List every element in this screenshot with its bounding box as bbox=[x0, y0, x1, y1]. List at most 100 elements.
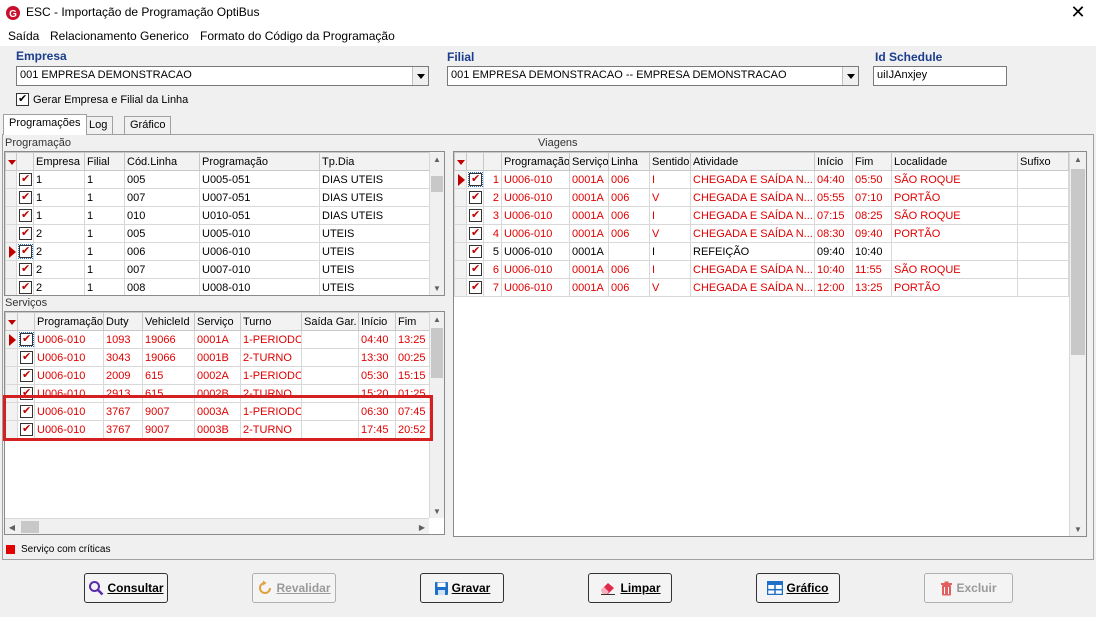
scroll-thumb[interactable] bbox=[21, 521, 39, 533]
tab-programacoes[interactable]: Programações bbox=[3, 114, 87, 135]
row-checkbox-cell[interactable] bbox=[17, 366, 35, 385]
table-row[interactable]: 2U006-0100001A006VCHEGADA E SAÍDA N...05… bbox=[454, 188, 1069, 207]
row-checkbox[interactable] bbox=[19, 262, 32, 276]
revalidar-button[interactable]: Revalidar bbox=[252, 573, 336, 603]
programacao-col-header[interactable]: Empresa bbox=[33, 152, 85, 171]
row-checkbox[interactable] bbox=[19, 208, 32, 222]
scroll-up-icon[interactable]: ▲ bbox=[430, 312, 444, 326]
row-checkbox[interactable] bbox=[469, 280, 482, 294]
viagens-vscroll[interactable]: ▲ ▼ bbox=[1069, 152, 1086, 536]
consultar-button[interactable]: Consultar bbox=[84, 573, 168, 603]
scroll-down-icon[interactable]: ▼ bbox=[1070, 522, 1086, 536]
row-checkbox[interactable] bbox=[469, 190, 482, 204]
row-indicator[interactable] bbox=[5, 330, 18, 349]
tab-log[interactable]: Log bbox=[83, 116, 114, 135]
row-indicator[interactable] bbox=[454, 188, 467, 207]
viagens-col-header[interactable]: Linha bbox=[608, 152, 650, 171]
row-indicator[interactable] bbox=[454, 224, 467, 243]
servicos-col-header[interactable]: Turno bbox=[240, 312, 302, 331]
row-checkbox-cell[interactable] bbox=[16, 170, 34, 189]
row-indicator[interactable] bbox=[454, 170, 467, 189]
table-row[interactable]: 21005U005-010UTEIS bbox=[5, 224, 430, 243]
grafico-button[interactable]: Gráfico bbox=[756, 573, 840, 603]
row-checkbox-cell[interactable] bbox=[16, 188, 34, 207]
row-indicator[interactable] bbox=[5, 278, 17, 295]
viagens-col-header[interactable] bbox=[483, 152, 502, 171]
scroll-thumb[interactable] bbox=[431, 176, 443, 192]
chevron-down-icon[interactable] bbox=[842, 67, 858, 85]
programacao-col-header[interactable]: Programação bbox=[199, 152, 320, 171]
row-checkbox-cell[interactable] bbox=[17, 330, 35, 349]
servicos-hscroll[interactable]: ◀ ▶ bbox=[5, 518, 429, 534]
row-checkbox[interactable] bbox=[469, 244, 482, 258]
row-checkbox-cell[interactable] bbox=[466, 170, 484, 189]
row-checkbox-cell[interactable] bbox=[466, 224, 484, 243]
table-row[interactable]: 4U006-0100001A006VCHEGADA E SAÍDA N...08… bbox=[454, 224, 1069, 243]
row-checkbox-cell[interactable] bbox=[16, 242, 34, 261]
row-indicator[interactable] bbox=[5, 224, 17, 243]
row-checkbox-cell[interactable] bbox=[16, 278, 34, 295]
row-checkbox-cell[interactable] bbox=[16, 206, 34, 225]
row-indicator[interactable] bbox=[5, 348, 18, 367]
row-checkbox[interactable] bbox=[18, 244, 33, 259]
row-checkbox[interactable] bbox=[20, 368, 33, 382]
table-row[interactable]: 11005U005-051DIAS UTEIS bbox=[5, 170, 430, 189]
table-row[interactable]: 1U006-0100001A006ICHEGADA E SAÍDA N...04… bbox=[454, 170, 1069, 189]
scroll-thumb[interactable] bbox=[431, 328, 443, 378]
table-row[interactable]: 3U006-0100001A006ICHEGADA E SAÍDA N...07… bbox=[454, 206, 1069, 225]
table-row[interactable]: U006-0101093190660001A1-PERIODO 04:4013:2… bbox=[5, 330, 430, 349]
viagens-col-header[interactable]: Localidade bbox=[891, 152, 1018, 171]
row-checkbox[interactable] bbox=[20, 350, 33, 364]
scroll-up-icon[interactable]: ▲ bbox=[430, 152, 444, 166]
row-checkbox-cell[interactable] bbox=[16, 260, 34, 279]
viagens-col-header[interactable]: Programação bbox=[501, 152, 570, 171]
filial-select[interactable]: 001 EMPRESA DEMONSTRACAO -- EMPRESA DEMO… bbox=[447, 66, 859, 86]
row-checkbox[interactable] bbox=[19, 190, 32, 204]
programacao-col-header[interactable]: Tp.Dia bbox=[319, 152, 430, 171]
row-checkbox[interactable] bbox=[469, 208, 482, 222]
row-indicator[interactable] bbox=[454, 260, 467, 279]
table-row[interactable]: U006-0103043190660001B2-TURNO 13:3000:25 bbox=[5, 348, 430, 367]
row-indicator[interactable] bbox=[5, 366, 18, 385]
servicos-col-header[interactable]: Serviço bbox=[194, 312, 241, 331]
viagens-col-header[interactable]: Serviço bbox=[569, 152, 609, 171]
viagens-col-header[interactable]: Fim bbox=[852, 152, 892, 171]
table-row[interactable]: 6U006-0100001A006ICHEGADA E SAÍDA N...10… bbox=[454, 260, 1069, 279]
row-indicator[interactable] bbox=[5, 188, 17, 207]
row-indicator[interactable] bbox=[454, 278, 467, 297]
scroll-left-icon[interactable]: ◀ bbox=[5, 520, 19, 534]
row-indicator[interactable] bbox=[5, 206, 17, 225]
row-indicator[interactable] bbox=[454, 206, 467, 225]
table-row[interactable]: U006-01020096150002A1-PERIODO 05:3015:15 bbox=[5, 366, 430, 385]
row-checkbox-cell[interactable] bbox=[16, 224, 34, 243]
row-checkbox-cell[interactable] bbox=[17, 348, 35, 367]
servicos-col-header[interactable]: VehicleId bbox=[142, 312, 195, 331]
scroll-up-icon[interactable]: ▲ bbox=[1070, 152, 1086, 166]
row-checkbox[interactable] bbox=[19, 332, 34, 347]
row-indicator[interactable] bbox=[5, 170, 17, 189]
excluir-button[interactable]: Excluir bbox=[924, 573, 1013, 603]
table-row[interactable]: 21006U006-010UTEIS bbox=[5, 242, 430, 261]
row-indicator[interactable] bbox=[454, 242, 467, 261]
table-row[interactable]: 7U006-0100001A006VCHEGADA E SAÍDA N...12… bbox=[454, 278, 1069, 297]
programacao-col-header[interactable]: Cód.Linha bbox=[124, 152, 200, 171]
row-checkbox[interactable] bbox=[469, 262, 482, 276]
servicos-col-header[interactable]: Início bbox=[358, 312, 396, 331]
row-checkbox-cell[interactable] bbox=[466, 188, 484, 207]
row-checkbox-cell[interactable] bbox=[466, 260, 484, 279]
schedule-input[interactable]: uiIJAnxjey bbox=[873, 66, 1007, 86]
gerar-checkbox-row[interactable]: Gerar Empresa e Filial da Linha bbox=[16, 92, 188, 106]
close-icon[interactable]: ✕ bbox=[1068, 2, 1088, 23]
programacao-vscroll[interactable]: ▲ ▼ bbox=[429, 152, 444, 295]
viagens-col-header[interactable]: Início bbox=[814, 152, 853, 171]
row-checkbox-cell[interactable] bbox=[466, 278, 484, 297]
servicos-col-header[interactable]: Duty bbox=[103, 312, 143, 331]
row-indicator[interactable] bbox=[5, 260, 17, 279]
scroll-down-icon[interactable]: ▼ bbox=[430, 281, 444, 295]
servicos-col-header[interactable]: Programação bbox=[34, 312, 104, 331]
viagens-col-header[interactable]: Sentido bbox=[649, 152, 691, 171]
viagens-col-header[interactable]: Atividade bbox=[690, 152, 815, 171]
gravar-button[interactable]: Gravar bbox=[420, 573, 504, 603]
table-row[interactable]: 21007U007-010UTEIS bbox=[5, 260, 430, 279]
scroll-thumb[interactable] bbox=[1071, 169, 1085, 355]
